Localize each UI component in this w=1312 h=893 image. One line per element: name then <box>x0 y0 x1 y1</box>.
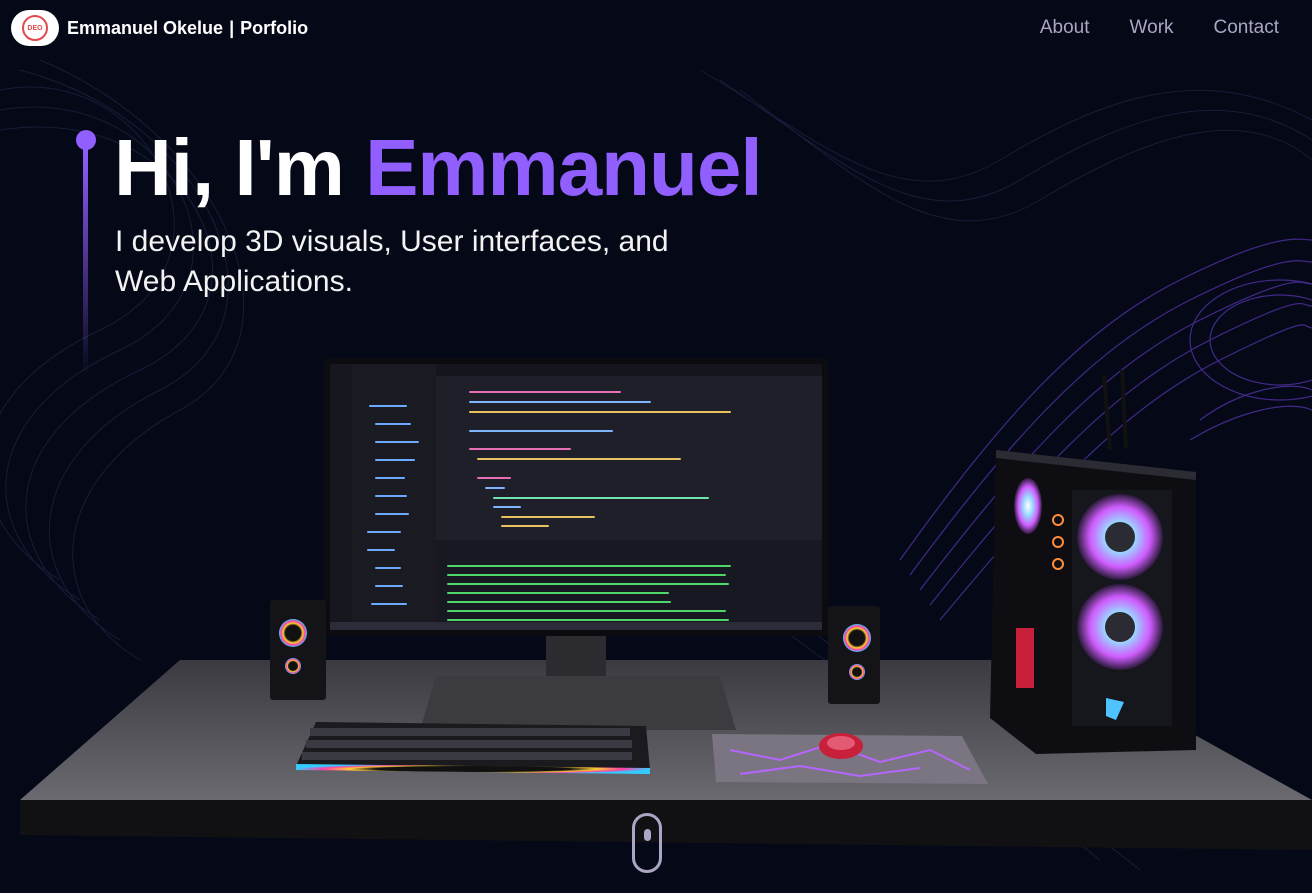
accent-dot <box>76 130 96 150</box>
navbar: DEO Emmanuel Okelue | Porfolio About Wor… <box>0 0 1312 56</box>
hero-title: Hi, I'm Emmanuel <box>114 118 763 218</box>
scroll-down-indicator[interactable] <box>632 813 662 873</box>
nav-link-work[interactable]: Work <box>1130 17 1174 39</box>
hero-subtitle: I develop 3D visuals, User interfaces, a… <box>115 225 669 298</box>
desktop-pc-3d-scene[interactable] <box>0 330 1312 893</box>
left-speaker <box>270 600 326 700</box>
pc-tower <box>990 369 1196 754</box>
mouse <box>819 733 863 759</box>
keyboard <box>296 722 650 774</box>
right-speaker <box>828 606 880 704</box>
nav-links: About Work Contact <box>1040 17 1279 39</box>
brand-link[interactable]: DEO Emmanuel Okelue | Porfolio <box>11 10 308 46</box>
hero-name: Emmanuel <box>365 123 763 212</box>
nav-link-about[interactable]: About <box>1040 17 1090 39</box>
mouse-scroll-icon <box>644 829 651 841</box>
hero-greeting: Hi, I'm <box>114 123 366 212</box>
logo-text: DEO <box>22 15 48 41</box>
brand-separator: | <box>229 17 235 38</box>
brand-name: Emmanuel Okelue <box>67 17 224 38</box>
nav-link-contact[interactable]: Contact <box>1214 17 1279 39</box>
brand-suffix: Porfolio <box>240 17 309 38</box>
logo-icon: DEO <box>11 10 59 46</box>
